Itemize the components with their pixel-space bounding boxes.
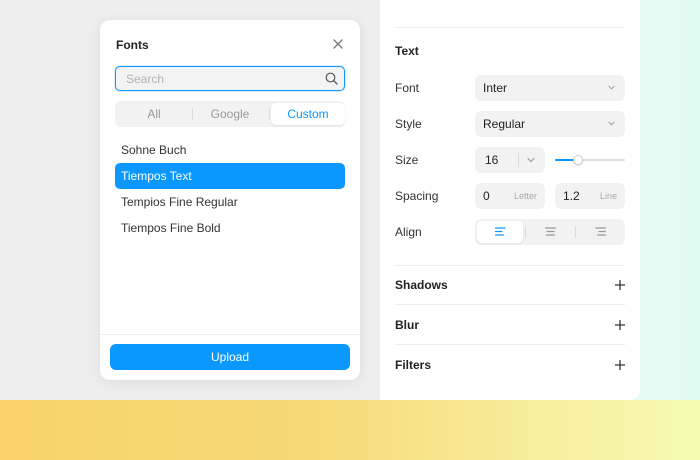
style-select[interactable]: Regular	[475, 111, 625, 137]
search-field[interactable]	[115, 66, 345, 91]
letter-spacing-input[interactable]: 0 Letter	[475, 183, 545, 209]
blur-section-title: Blur	[395, 318, 419, 332]
font-label: Font	[395, 81, 420, 95]
align-toggle-group	[475, 219, 625, 245]
font-list-item-selected[interactable]: Tiempos Text	[115, 163, 345, 189]
spacing-label: Spacing	[395, 189, 439, 203]
font-select-value: Inter	[483, 81, 508, 95]
size-label: Size	[395, 153, 419, 167]
font-source-tabs: All Google Custom	[115, 101, 345, 127]
font-select[interactable]: Inter	[475, 75, 625, 101]
tab-custom[interactable]: Custom	[271, 103, 345, 125]
align-left-icon	[495, 227, 506, 236]
plus-icon[interactable]	[615, 360, 625, 370]
section-divider	[395, 304, 625, 305]
style-select-value: Regular	[483, 117, 526, 131]
align-left-button[interactable]	[477, 221, 523, 243]
shadows-section-title: Shadows	[395, 278, 448, 292]
align-divider	[575, 226, 576, 238]
align-label: Align	[395, 225, 422, 239]
app-window: Fonts All Google Custom Sohne Buch Tiemp…	[0, 0, 640, 400]
chevron-down-icon[interactable]	[527, 156, 535, 164]
font-list-item[interactable]: Sohne Buch	[115, 137, 345, 163]
search-input[interactable]	[126, 71, 316, 87]
text-section-title: Text	[395, 44, 419, 58]
size-divider	[518, 153, 519, 167]
tab-google[interactable]: Google	[193, 103, 267, 125]
letter-spacing-unit: Letter	[513, 191, 537, 201]
font-list-item[interactable]: Tempios Fine Regular	[115, 189, 345, 215]
tab-all[interactable]: All	[117, 103, 191, 125]
chevron-down-icon	[608, 121, 615, 126]
section-divider	[395, 265, 625, 266]
close-icon[interactable]	[333, 39, 343, 49]
align-center-icon	[545, 227, 556, 236]
panel-divider	[395, 27, 625, 28]
popup-title: Fonts	[116, 38, 149, 52]
line-height-value: 1.2	[563, 189, 580, 203]
search-icon	[325, 72, 338, 85]
plus-icon[interactable]	[615, 280, 625, 290]
align-right-icon	[595, 227, 606, 236]
align-center-button[interactable]	[527, 221, 573, 243]
align-right-button[interactable]	[577, 221, 623, 243]
section-divider	[395, 344, 625, 345]
tab-divider	[269, 108, 270, 120]
size-slider-handle[interactable]	[573, 155, 583, 165]
letter-spacing-value: 0	[483, 189, 490, 203]
line-height-input[interactable]: 1.2 Line	[555, 183, 625, 209]
filters-section-title: Filters	[395, 358, 432, 372]
size-slider[interactable]	[555, 155, 625, 165]
footer-divider	[100, 334, 360, 335]
size-value: 16	[485, 153, 499, 167]
upload-button[interactable]: Upload	[110, 344, 350, 370]
size-input[interactable]: 16	[475, 147, 545, 173]
align-divider	[525, 226, 526, 238]
plus-icon[interactable]	[615, 320, 625, 330]
line-height-unit: Line	[599, 191, 617, 201]
fonts-popup: Fonts All Google Custom Sohne Buch Tiemp…	[100, 20, 360, 380]
style-label: Style	[395, 117, 422, 131]
properties-panel: Text Font Inter Style Regular Size 16 Sp…	[380, 0, 640, 400]
chevron-down-icon	[608, 85, 615, 90]
font-list-item[interactable]: Tiempos Fine Bold	[115, 215, 345, 241]
